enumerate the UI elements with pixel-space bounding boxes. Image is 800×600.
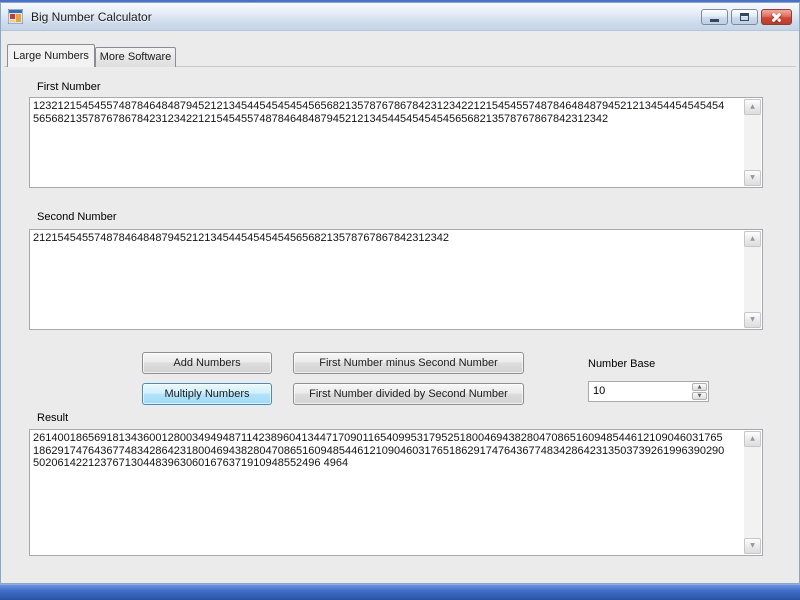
number-base-down-button[interactable]: ▼ xyxy=(692,392,707,400)
divide-numbers-button[interactable]: First Number divided by Second Number xyxy=(293,383,524,405)
second-number-value[interactable]: 2121545455748784648487945212134544545454… xyxy=(33,232,727,327)
scroll-down-button[interactable]: ▼ xyxy=(744,312,761,328)
title-bar[interactable]: Big Number Calculator xyxy=(1,3,799,31)
scroll-up-button[interactable]: ▲ xyxy=(744,231,761,247)
window: Big Number Calculator Large Numbers More… xyxy=(0,2,800,584)
spin-down-icon: ▼ xyxy=(697,392,702,399)
scroll-up-icon: ▲ xyxy=(750,103,755,110)
scroll-up-button[interactable]: ▲ xyxy=(744,431,761,447)
maximize-button[interactable] xyxy=(731,9,758,25)
scroll-down-button[interactable]: ▼ xyxy=(744,538,761,554)
multiply-numbers-button[interactable]: Multiply Numbers xyxy=(142,383,272,405)
maximize-icon xyxy=(740,13,749,21)
scroll-up-icon: ▲ xyxy=(750,435,755,442)
scroll-down-icon: ▼ xyxy=(750,316,755,323)
result-value[interactable]: 2614001865691813436001280034949487114238… xyxy=(33,432,727,553)
scroll-down-button[interactable]: ▼ xyxy=(744,170,761,186)
close-icon xyxy=(771,12,782,23)
window-controls xyxy=(701,9,792,25)
result-output[interactable]: 2614001865691813436001280034949487114238… xyxy=(29,429,763,556)
number-base-value[interactable]: 10 xyxy=(593,382,605,401)
minimize-icon xyxy=(710,19,719,22)
number-base-spin-buttons: ▲ ▼ xyxy=(692,383,707,400)
taskbar[interactable] xyxy=(0,584,800,600)
second-number-input[interactable]: 2121545455748784648487945212134544545454… xyxy=(29,229,763,330)
add-numbers-button[interactable]: Add Numbers xyxy=(142,352,272,374)
tab-more-software[interactable]: More Software xyxy=(95,47,176,67)
window-title: Big Number Calculator xyxy=(31,10,152,24)
scroll-up-button[interactable]: ▲ xyxy=(744,99,761,115)
result-scrollbar[interactable]: ▲ ▼ xyxy=(744,431,761,554)
first-number-input[interactable]: 1232121545455748784648487945212134544545… xyxy=(29,97,763,188)
number-base-label: Number Base xyxy=(588,358,656,370)
first-number-scrollbar[interactable]: ▲ ▼ xyxy=(744,99,761,186)
first-number-label: First Number xyxy=(37,81,101,93)
app-icon[interactable] xyxy=(8,9,23,24)
scroll-down-icon: ▼ xyxy=(750,542,755,549)
second-number-scrollbar[interactable]: ▲ ▼ xyxy=(744,231,761,328)
subtract-numbers-button[interactable]: First Number minus Second Number xyxy=(293,352,524,374)
result-label: Result xyxy=(37,412,69,424)
close-button[interactable] xyxy=(761,9,792,25)
scroll-up-icon: ▲ xyxy=(750,235,755,242)
second-number-label: Second Number xyxy=(37,211,117,223)
minimize-button[interactable] xyxy=(701,9,728,25)
spin-up-icon: ▲ xyxy=(697,383,702,390)
number-base-input[interactable]: 10 ▲ ▼ xyxy=(588,381,709,402)
number-base-up-button[interactable]: ▲ xyxy=(692,383,707,391)
scroll-down-icon: ▼ xyxy=(750,174,755,181)
first-number-value[interactable]: 1232121545455748784648487945212134544545… xyxy=(33,100,727,185)
tab-large-numbers[interactable]: Large Numbers xyxy=(7,44,95,67)
